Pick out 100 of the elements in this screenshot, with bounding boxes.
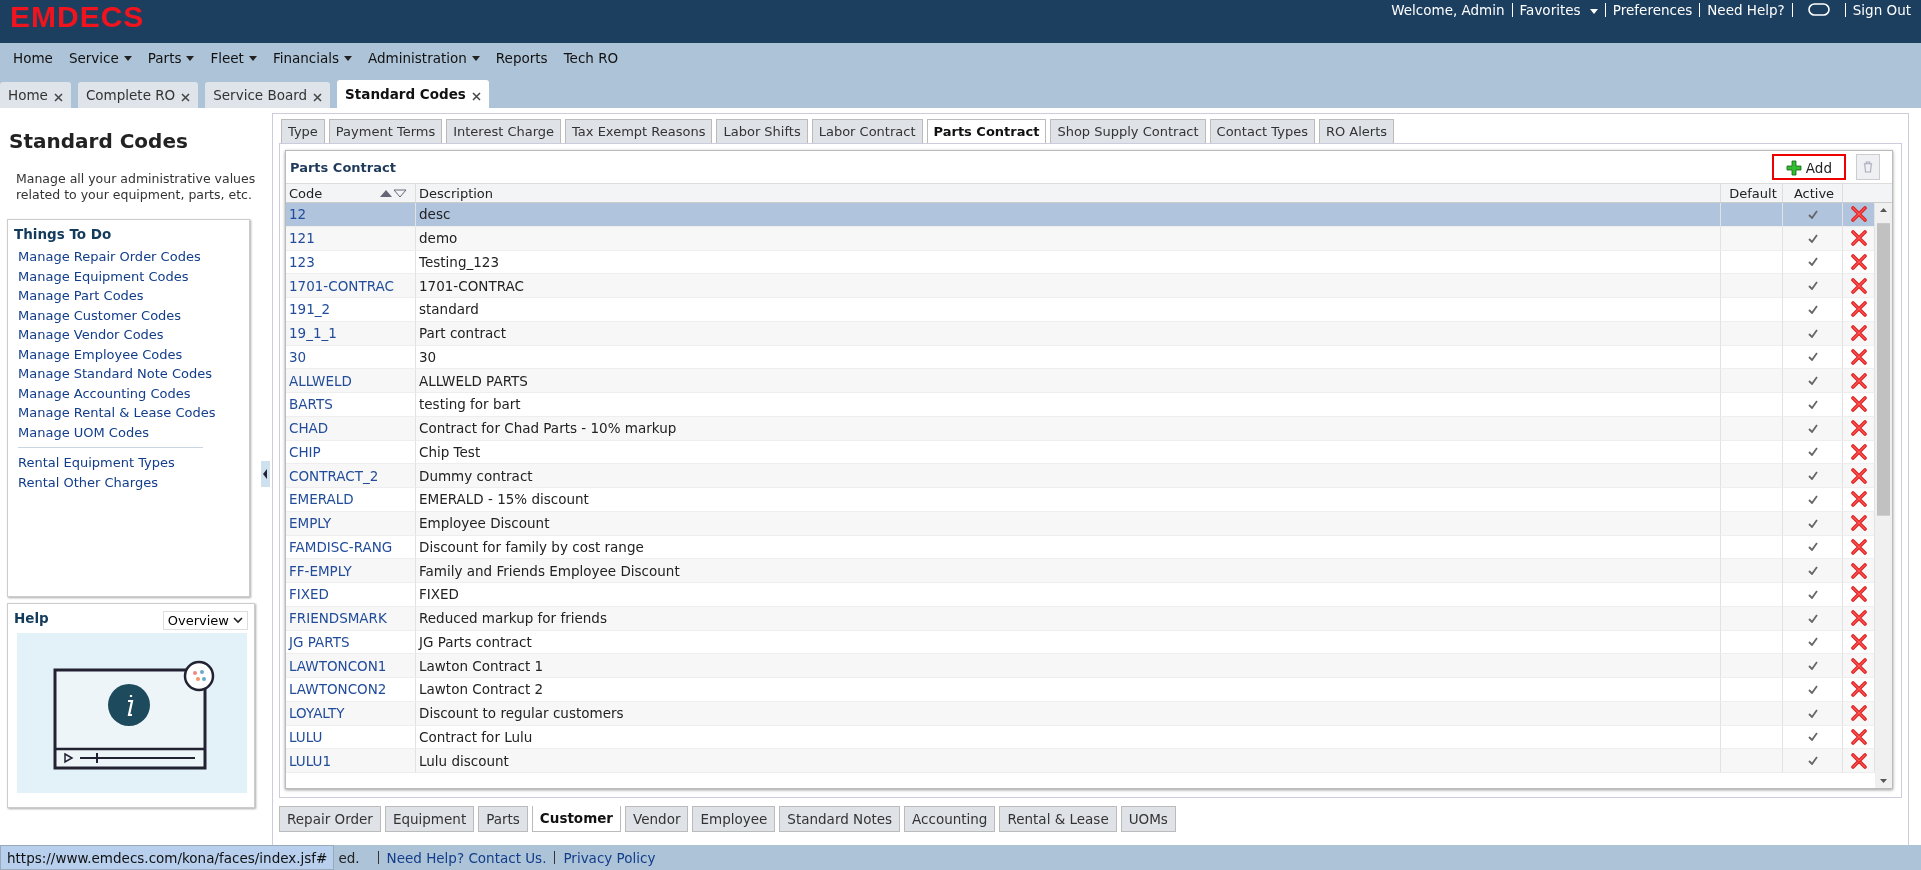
- page-tab[interactable]: Home: [0, 82, 71, 108]
- delete-icon[interactable]: [1850, 206, 1867, 223]
- delete-icon[interactable]: [1850, 396, 1867, 413]
- nav-menu-item[interactable]: Administration: [368, 49, 480, 66]
- code-cell[interactable]: FRIENDSMARK: [286, 606, 416, 631]
- delete-icon[interactable]: [1850, 515, 1867, 532]
- delete-icon[interactable]: [1850, 467, 1867, 484]
- category-tab[interactable]: Rental & Lease: [999, 806, 1117, 832]
- section-tab[interactable]: Tax Exempt Reasons: [565, 119, 713, 143]
- category-tab[interactable]: Customer: [531, 806, 622, 832]
- section-tab[interactable]: Payment Terms: [328, 119, 443, 143]
- category-tab[interactable]: Vendor: [625, 806, 689, 832]
- sidebar-link[interactable]: Manage Equipment Codes: [14, 266, 243, 286]
- page-tab[interactable]: Complete RO: [77, 82, 199, 108]
- category-tab[interactable]: UOMs: [1120, 806, 1176, 832]
- column-header[interactable]: Active: [1783, 184, 1843, 202]
- delete-icon[interactable]: [1850, 681, 1867, 698]
- code-cell[interactable]: EMERALD: [286, 488, 416, 512]
- delete-icon[interactable]: [1850, 420, 1867, 437]
- sidebar-link[interactable]: Manage Customer Codes: [14, 305, 243, 325]
- code-cell[interactable]: LOYALTY: [286, 701, 416, 726]
- preferences-link[interactable]: Preferences: [1612, 2, 1693, 18]
- column-header[interactable]: Code: [286, 184, 416, 202]
- footer-link[interactable]: Privacy Policy: [563, 849, 656, 866]
- section-tab[interactable]: Labor Shifts: [716, 119, 808, 143]
- category-tab[interactable]: Employee: [692, 806, 776, 832]
- delete-icon[interactable]: [1850, 705, 1867, 722]
- scrollbar-drawing[interactable]: [1875, 203, 1892, 788]
- code-cell[interactable]: 19_1_1: [286, 321, 416, 346]
- section-tab[interactable]: Interest Charge: [446, 119, 562, 143]
- sidebar-link[interactable]: Rental Other Charges: [14, 472, 243, 492]
- section-tab[interactable]: Parts Contract: [926, 119, 1047, 143]
- code-cell[interactable]: EMPLY: [286, 511, 416, 536]
- delete-icon[interactable]: [1850, 657, 1867, 674]
- code-cell[interactable]: BARTS: [286, 393, 416, 417]
- code-cell[interactable]: 191_2: [286, 298, 416, 322]
- sidebar-link[interactable]: Manage Vendor Codes: [14, 325, 243, 345]
- sidebar-link[interactable]: Manage Standard Note Codes: [14, 364, 243, 384]
- nav-menu-item[interactable]: Service: [68, 49, 132, 66]
- code-cell[interactable]: FIXED: [286, 583, 416, 607]
- category-tab[interactable]: Accounting: [904, 806, 996, 832]
- collapse-handle-icon[interactable]: [261, 461, 270, 487]
- category-tab[interactable]: Parts: [478, 806, 528, 832]
- sidebar-link[interactable]: Manage Repair Order Codes: [14, 247, 243, 267]
- sidebar-link[interactable]: Manage Accounting Codes: [14, 383, 243, 403]
- section-tab[interactable]: RO Alerts: [1318, 119, 1395, 143]
- delete-icon[interactable]: [1850, 372, 1867, 389]
- sort-icon[interactable]: [379, 188, 407, 198]
- close-icon[interactable]: [181, 92, 191, 102]
- favorites-menu[interactable]: Favorites: [1519, 2, 1598, 18]
- section-tab[interactable]: Type: [281, 119, 325, 143]
- delete-icon[interactable]: [1850, 301, 1867, 318]
- code-cell[interactable]: CHAD: [286, 416, 416, 441]
- category-tab[interactable]: Standard Notes: [779, 806, 901, 832]
- page-tab[interactable]: Service Board: [205, 82, 331, 108]
- add-button[interactable]: Add: [1771, 154, 1846, 180]
- close-icon[interactable]: [53, 92, 63, 102]
- nav-menu-item[interactable]: Reports: [495, 49, 548, 66]
- delete-icon[interactable]: [1850, 586, 1867, 603]
- delete-icon[interactable]: [1850, 230, 1867, 247]
- delete-icon[interactable]: [1850, 728, 1867, 745]
- delete-icon[interactable]: [1850, 253, 1867, 270]
- delete-icon[interactable]: [1850, 633, 1867, 650]
- nav-menu-item[interactable]: Tech RO: [563, 49, 619, 66]
- category-tab[interactable]: Equipment: [384, 806, 475, 832]
- section-tab[interactable]: Shop Supply Contract: [1050, 119, 1206, 143]
- nav-menu-item[interactable]: Financials: [272, 49, 353, 66]
- category-tab[interactable]: Repair Order: [279, 806, 381, 832]
- section-tab[interactable]: Labor Contract: [811, 119, 923, 143]
- code-cell[interactable]: 12: [286, 203, 416, 227]
- sidebar-link[interactable]: Manage Rental & Lease Codes: [14, 403, 243, 423]
- chat-icon[interactable]: [1807, 3, 1830, 17]
- delete-icon[interactable]: [1850, 752, 1867, 769]
- close-icon[interactable]: [471, 91, 481, 101]
- nav-menu-item[interactable]: Fleet: [210, 49, 257, 66]
- delete-icon[interactable]: [1850, 610, 1867, 627]
- code-cell[interactable]: LAWTONCON2: [286, 678, 416, 702]
- need-help-link[interactable]: Need Help?: [1707, 2, 1785, 18]
- delete-icon[interactable]: [1850, 562, 1867, 579]
- code-cell[interactable]: LULU1: [286, 749, 416, 773]
- code-cell[interactable]: 121: [286, 226, 416, 251]
- delete-icon[interactable]: [1850, 443, 1867, 460]
- column-header[interactable]: Description: [416, 184, 1721, 202]
- page-tab[interactable]: Standard Codes: [337, 80, 489, 108]
- close-icon[interactable]: [313, 92, 323, 102]
- sidebar-link[interactable]: Rental Equipment Types: [14, 453, 243, 473]
- sidebar-link[interactable]: Manage Part Codes: [14, 286, 243, 306]
- help-dropdown[interactable]: Overview: [162, 611, 248, 630]
- sign-out-link[interactable]: Sign Out: [1852, 2, 1911, 18]
- footer-link[interactable]: Need Help? Contact Us.: [386, 849, 547, 866]
- column-header[interactable]: Default: [1721, 184, 1783, 202]
- nav-menu-item[interactable]: Home: [13, 49, 53, 66]
- video-drawing[interactable]: [17, 633, 247, 793]
- section-tab[interactable]: Contact Types: [1209, 119, 1315, 143]
- delete-icon[interactable]: [1850, 538, 1867, 555]
- sidebar-link[interactable]: Manage UOM Codes: [14, 422, 243, 442]
- delete-icon[interactable]: [1850, 277, 1867, 294]
- sidebar-link[interactable]: Manage Employee Codes: [14, 344, 243, 364]
- delete-icon[interactable]: [1850, 348, 1867, 365]
- nav-menu-item[interactable]: Parts: [147, 49, 195, 66]
